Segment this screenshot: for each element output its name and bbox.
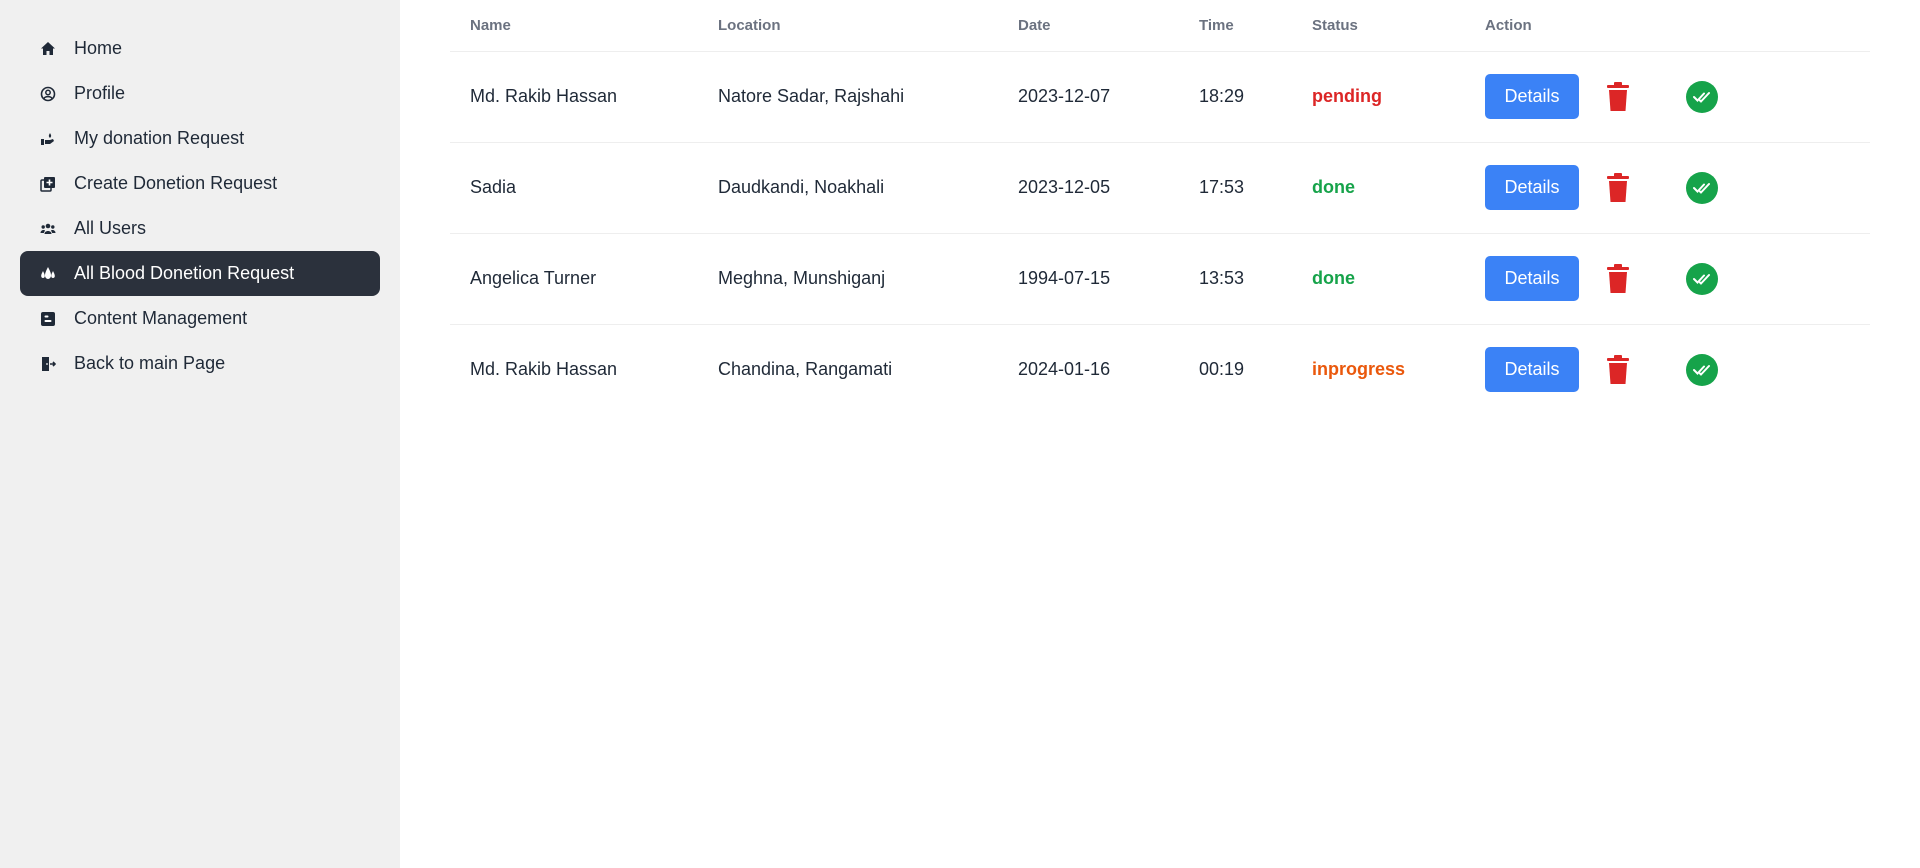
blog-icon bbox=[40, 311, 56, 327]
sidebar-item-all-users[interactable]: All Users bbox=[20, 206, 380, 251]
details-button[interactable]: Details bbox=[1485, 347, 1579, 393]
cell-name: Md. Rakib Hassan bbox=[450, 51, 698, 143]
cell-time: 17:53 bbox=[1179, 142, 1292, 234]
details-button[interactable]: Details bbox=[1485, 74, 1579, 119]
users-icon bbox=[40, 221, 56, 237]
approve-check-icon[interactable] bbox=[1686, 80, 1718, 113]
sidebar-item-label: Content Management bbox=[74, 308, 248, 328]
trash-icon[interactable] bbox=[1606, 172, 1630, 203]
details-button[interactable]: Details bbox=[1485, 165, 1579, 210]
cell-date: 1994-07-15 bbox=[998, 233, 1179, 325]
status-badge: done bbox=[1292, 233, 1465, 325]
cell-name: Md. Rakib Hassan bbox=[470, 359, 618, 380]
cell-location: Daudkandi, Noakhali bbox=[698, 142, 998, 234]
sidebar-item-my-donation-request[interactable]: My donation Request bbox=[20, 116, 380, 161]
sidebar-item-back-to-main-page[interactable]: Back to main Page bbox=[20, 341, 380, 386]
sidebar-item-create-donetion-request[interactable]: Create Donetion Request bbox=[20, 161, 380, 206]
main-content: Name Location Date Time Status Action Md… bbox=[400, 0, 1920, 868]
cell-time: 18:29 bbox=[1179, 51, 1292, 143]
cell-action: Details bbox=[1465, 142, 1870, 234]
cell-name: Sadia bbox=[450, 142, 698, 234]
cell-location: Chandina, Rangamati bbox=[718, 359, 893, 380]
donation-requests-table: Name Location Date Time Status Action Md… bbox=[450, 0, 1870, 415]
approve-check-icon[interactable] bbox=[1686, 353, 1718, 386]
sidebar-item-content-management[interactable]: Content Management bbox=[20, 296, 380, 341]
cell-date: 2023-12-05 bbox=[998, 142, 1179, 234]
table-row: Md. Rakib Hassan Natore Sadar, Rajshahi … bbox=[450, 51, 1870, 143]
table-row: Sadia Daudkandi, Noakhali 2023-12-05 17:… bbox=[450, 142, 1870, 234]
user-circle-icon bbox=[40, 86, 56, 102]
cell-location: Meghna, Munshiganj bbox=[698, 233, 998, 325]
sidebar-item-label: Profile bbox=[74, 83, 126, 103]
approve-check-icon[interactable] bbox=[1686, 171, 1718, 204]
add-box-icon bbox=[40, 176, 56, 192]
table-row: Angelica Turner Meghna, Munshiganj 1994-… bbox=[450, 233, 1870, 325]
hand-donate-icon bbox=[40, 131, 56, 147]
cell-time: 13:53 bbox=[1179, 233, 1292, 325]
sidebar-item-label: All Users bbox=[74, 218, 147, 238]
cell-date: 2024-01-16 bbox=[1018, 359, 1111, 380]
sidebar-item-all-blood-donetion-request[interactable]: All Blood Donetion Request bbox=[20, 251, 380, 296]
table-header-row: Name Location Date Time Status Action bbox=[450, 0, 1870, 52]
sidebar-item-label: My donation Request bbox=[74, 128, 245, 148]
blood-drops-icon bbox=[40, 266, 56, 282]
sidebar-item-label: Back to main Page bbox=[74, 353, 226, 373]
cell-action: Details bbox=[1465, 324, 1870, 415]
status-badge: done bbox=[1292, 142, 1465, 234]
header-location: Location bbox=[698, 0, 998, 52]
status-badge: pending bbox=[1292, 51, 1465, 143]
sidebar-item-profile[interactable]: Profile bbox=[20, 71, 380, 116]
sidebar-item-label: Create Donetion Request bbox=[74, 173, 278, 193]
trash-icon[interactable] bbox=[1606, 81, 1630, 112]
status-badge: inprogress bbox=[1312, 359, 1406, 380]
cell-time: 00:19 bbox=[1199, 359, 1245, 380]
sidebar-item-home[interactable]: Home bbox=[20, 26, 380, 71]
trash-icon[interactable] bbox=[1606, 263, 1630, 294]
cell-name: Angelica Turner bbox=[450, 233, 698, 325]
sidebar: Home Profile My donation Request Create … bbox=[0, 0, 400, 868]
table-row: Md. Rakib Hassan Chandina, Rangamati 202… bbox=[450, 324, 1870, 415]
sidebar-item-label: All Blood Donetion Request bbox=[74, 263, 295, 283]
home-icon bbox=[40, 41, 56, 57]
details-button[interactable]: Details bbox=[1485, 256, 1579, 301]
cell-date: 2023-12-07 bbox=[998, 51, 1179, 143]
approve-check-icon[interactable] bbox=[1686, 262, 1718, 295]
header-status: Status bbox=[1292, 0, 1465, 52]
cell-action: Details bbox=[1465, 51, 1870, 143]
trash-icon[interactable] bbox=[1606, 354, 1630, 385]
header-action: Action bbox=[1465, 0, 1870, 52]
sidebar-item-label: Home bbox=[74, 38, 123, 58]
cell-location: Natore Sadar, Rajshahi bbox=[698, 51, 998, 143]
header-name: Name bbox=[450, 0, 698, 52]
exit-door-icon bbox=[40, 356, 56, 372]
header-time: Time bbox=[1179, 0, 1292, 52]
header-date: Date bbox=[998, 0, 1179, 52]
cell-action: Details bbox=[1465, 233, 1870, 325]
